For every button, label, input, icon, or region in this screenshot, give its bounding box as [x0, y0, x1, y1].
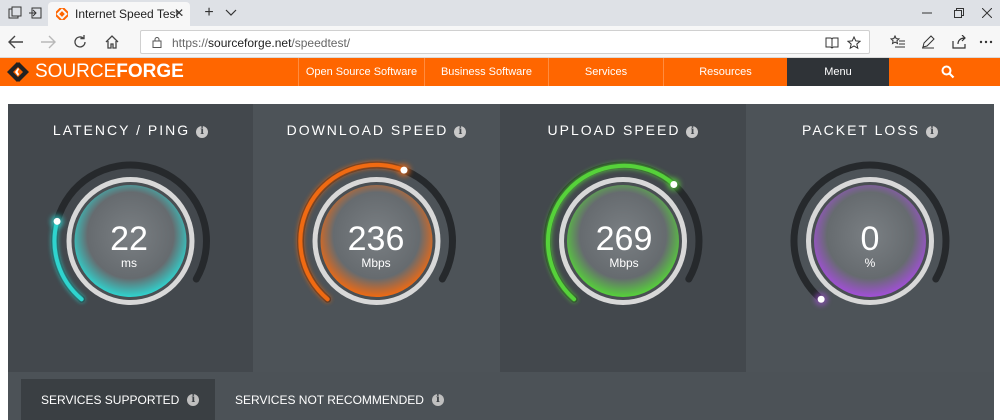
nav-business-software[interactable]: Business Software	[424, 58, 548, 86]
browser-nav-bar: https://sourceforge.net/speedtest/	[0, 26, 1000, 58]
sourceforge-header: SOURCEFORGE Open Source Software Busines…	[0, 58, 1000, 86]
minimize-icon[interactable]	[912, 3, 942, 23]
restore-icon[interactable]	[944, 3, 974, 23]
tab-list-chevron-icon[interactable]	[222, 4, 240, 22]
tab-services-not-recommended[interactable]: SERVICES NOT RECOMMENDED i	[215, 379, 475, 420]
nav-services[interactable]: Services	[548, 58, 663, 86]
metric-download: DOWNLOAD SPEED i 236 Mbps	[253, 104, 500, 372]
info-icon[interactable]: i	[187, 393, 200, 406]
more-menu-icon[interactable]	[976, 32, 996, 52]
info-icon[interactable]: i	[431, 393, 444, 406]
refresh-icon[interactable]	[70, 32, 90, 52]
share-icon[interactable]	[950, 32, 970, 52]
download-unit: Mbps	[361, 256, 390, 270]
browser-tab[interactable]: Internet Speed Test - HT ✕	[48, 2, 190, 26]
tab-actions-icon[interactable]	[6, 4, 24, 22]
services-tabs: SERVICES SUPPORTED i SERVICES NOT RECOMME…	[8, 372, 994, 420]
forward-icon[interactable]	[38, 32, 58, 52]
back-icon[interactable]	[6, 32, 26, 52]
metric-packet-loss: PACKET LOSS i 0 %	[746, 104, 994, 372]
url-text: https://sourceforge.net/speedtest/	[172, 36, 351, 50]
new-tab-icon[interactable]: +	[200, 4, 218, 22]
packet-loss-value: 0	[861, 220, 880, 258]
packet-loss-unit: %	[865, 256, 876, 270]
speedtest-panel: LATENCY / PING i 22 ms DOWNLOAD SPEED i 23…	[8, 104, 994, 420]
metric-latency: LATENCY / PING i 22 ms	[8, 104, 253, 372]
nav-menu[interactable]: Menu	[787, 58, 889, 86]
gauge-marker	[670, 181, 678, 189]
nav-resources[interactable]: Resources	[663, 58, 787, 86]
reading-view-icon[interactable]	[823, 34, 841, 52]
favorites-list-icon[interactable]	[888, 32, 908, 52]
metric-upload: UPLOAD SPEED i 269 Mbps	[500, 104, 746, 372]
gauge-marker	[817, 295, 825, 303]
download-gauge: 236 Mbps	[296, 161, 456, 305]
lock-icon[interactable]	[151, 36, 163, 48]
close-window-icon[interactable]	[972, 3, 1000, 23]
latency-value: 22	[110, 220, 148, 258]
upload-gauge: 269 Mbps	[543, 161, 703, 305]
notes-pen-icon[interactable]	[918, 32, 938, 52]
gauge-marker	[400, 166, 408, 174]
upload-value: 269	[596, 220, 653, 258]
search-icon[interactable]	[941, 65, 955, 79]
set-aside-tabs-icon[interactable]	[26, 4, 44, 22]
tab-services-supported[interactable]: SERVICES SUPPORTED i	[21, 379, 215, 420]
favorite-star-icon[interactable]	[845, 34, 863, 52]
upload-unit: Mbps	[609, 256, 638, 270]
nav-open-source-software[interactable]: Open Source Software	[298, 58, 424, 86]
packet-loss-gauge: 0 %	[790, 161, 950, 307]
download-value: 236	[348, 220, 405, 258]
latency-gauge: 22 ms	[50, 161, 210, 305]
home-icon[interactable]	[102, 32, 122, 52]
sourceforge-diamond-icon	[7, 62, 29, 82]
address-bar[interactable]: https://sourceforge.net/speedtest/	[140, 30, 870, 54]
browser-tab-bar: Internet Speed Test - HT ✕ +	[0, 0, 1000, 26]
close-tab-icon[interactable]: ✕	[174, 6, 184, 20]
latency-unit: ms	[121, 256, 137, 270]
sourceforge-favicon-icon	[56, 8, 68, 20]
gauge-marker	[53, 217, 61, 225]
sourceforge-logo[interactable]: SOURCEFORGE	[6, 61, 184, 83]
tab-title: Internet Speed Test - HT	[75, 7, 183, 21]
